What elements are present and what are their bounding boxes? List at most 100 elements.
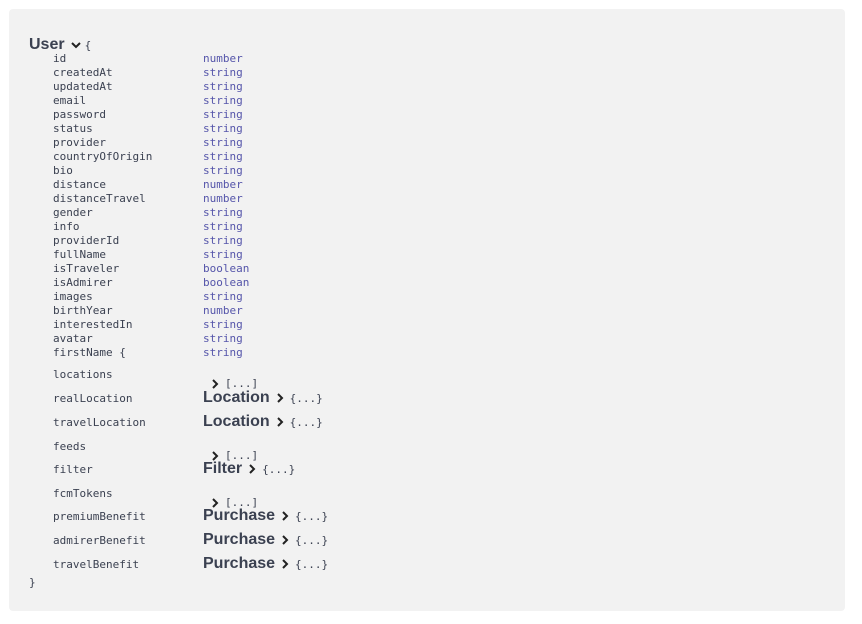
property-name: id: [53, 52, 67, 65]
chevron-right-icon[interactable]: [279, 510, 291, 522]
property-row: id number: [9, 52, 845, 66]
property-name: provider: [53, 136, 106, 149]
property-name: avatar: [53, 332, 93, 345]
collapsed-object[interactable]: {...}: [295, 510, 328, 523]
model-ref-toggle[interactable]: Purchase {...}: [203, 531, 328, 549]
property-name: countryOfOrigin: [53, 150, 153, 163]
property-name: distance: [53, 178, 106, 191]
property-row: firstName { string: [9, 346, 845, 360]
close-brace: }: [29, 576, 36, 589]
chevron-right-icon[interactable]: [209, 378, 221, 390]
property-type: number: [203, 178, 243, 191]
property-row: birthYear number: [9, 304, 845, 318]
property-type: number: [203, 52, 243, 65]
property-type: string: [203, 108, 243, 121]
chevron-right-icon[interactable]: [246, 463, 258, 475]
model-ref-name[interactable]: Filter: [203, 460, 242, 478]
model-ref-toggle[interactable]: Purchase {...}: [203, 555, 328, 573]
property-row: distanceTravel number: [9, 192, 845, 206]
property-row: status string: [9, 122, 845, 136]
property-row: distance number: [9, 178, 845, 192]
property-type: string: [203, 206, 243, 219]
collapsed-object[interactable]: {...}: [262, 463, 295, 476]
property-row: bio string: [9, 164, 845, 178]
property-type: string: [203, 248, 243, 261]
property-row: countryOfOrigin string: [9, 150, 845, 164]
property-name: distanceTravel: [53, 192, 146, 205]
property-name: feeds: [53, 440, 87, 453]
model-ref-toggle[interactable]: Location {...}: [203, 389, 323, 407]
model-ref-name[interactable]: Location: [203, 413, 270, 431]
property-type: string: [203, 164, 243, 177]
property-name: images: [53, 290, 93, 303]
property-name: fullName: [53, 248, 106, 261]
property-name: birthYear: [53, 304, 113, 317]
collapsed-object[interactable]: {...}: [290, 392, 323, 405]
property-type: string: [203, 290, 243, 303]
property-row: password string: [9, 108, 845, 122]
property-name: createdAt: [53, 66, 113, 79]
property-type: string: [203, 80, 243, 93]
model-ref-name[interactable]: Location: [203, 389, 270, 407]
property-type: number: [203, 192, 243, 205]
property-name: status: [53, 122, 93, 135]
property-name: locations: [53, 368, 113, 381]
property-type: string: [203, 66, 243, 79]
model-ref-name[interactable]: Purchase: [203, 555, 275, 573]
property-name: gender: [53, 206, 93, 219]
property-row: providerId string: [9, 234, 845, 248]
property-row: updatedAt string: [9, 80, 845, 94]
chevron-right-icon[interactable]: [274, 392, 286, 404]
collapsed-object[interactable]: {...}: [295, 534, 328, 547]
property-type: string: [203, 136, 243, 149]
model-ref-name[interactable]: Purchase: [203, 531, 275, 549]
model-ref-toggle[interactable]: Location {...}: [203, 413, 323, 431]
property-name: firstName {: [53, 346, 126, 359]
property-row: info string: [9, 220, 845, 234]
property-row: images string: [9, 290, 845, 304]
property-type: string: [203, 122, 243, 135]
property-type: string: [203, 234, 243, 247]
property-name: email: [53, 94, 87, 107]
property-type: string: [203, 332, 243, 345]
property-row: fullName string: [9, 248, 845, 262]
chevron-right-icon[interactable]: [274, 416, 286, 428]
model-ref-toggle[interactable]: Purchase {...}: [203, 507, 328, 525]
chevron-right-icon[interactable]: [279, 534, 291, 546]
chevron-down-icon[interactable]: [69, 38, 83, 52]
property-row: gender string: [9, 206, 845, 220]
chevron-right-icon[interactable]: [279, 558, 291, 570]
property-name: filter: [53, 463, 93, 476]
collapsed-object[interactable]: {...}: [290, 416, 323, 429]
property-name: realLocation: [53, 392, 133, 405]
model-ref-toggle[interactable]: Filter {...}: [203, 460, 295, 478]
property-type: string: [203, 318, 243, 331]
property-type: string: [203, 346, 243, 359]
property-row: isAdmirer boolean: [9, 276, 845, 290]
property-type: number: [203, 304, 243, 317]
property-row: interestedIn string: [9, 318, 845, 332]
open-brace: {: [84, 38, 92, 52]
property-row: avatar string: [9, 332, 845, 346]
property-name: password: [53, 108, 106, 121]
property-row: provider string: [9, 136, 845, 150]
property-name: bio: [53, 164, 73, 177]
property-name: providerId: [53, 234, 120, 247]
property-row: email string: [9, 94, 845, 108]
model-panel: User { id number createdAt string updatedAt s…: [9, 9, 845, 611]
property-name: info: [53, 220, 80, 233]
collapsed-object[interactable]: {...}: [295, 558, 328, 571]
property-name: isTraveler: [53, 262, 120, 275]
property-type: string: [203, 150, 243, 163]
property-name: isAdmirer: [53, 276, 113, 289]
property-name: updatedAt: [53, 80, 113, 93]
property-name: admirerBenefit: [53, 534, 146, 547]
property-name: fcmTokens: [53, 487, 113, 500]
property-row: isTraveler boolean: [9, 262, 845, 276]
property-type: string: [203, 220, 243, 233]
property-type: boolean: [203, 262, 250, 275]
model-ref-name[interactable]: Purchase: [203, 507, 275, 525]
property-type: boolean: [203, 276, 250, 289]
property-name: travelBenefit: [53, 558, 140, 571]
property-name: interestedIn: [53, 318, 133, 331]
